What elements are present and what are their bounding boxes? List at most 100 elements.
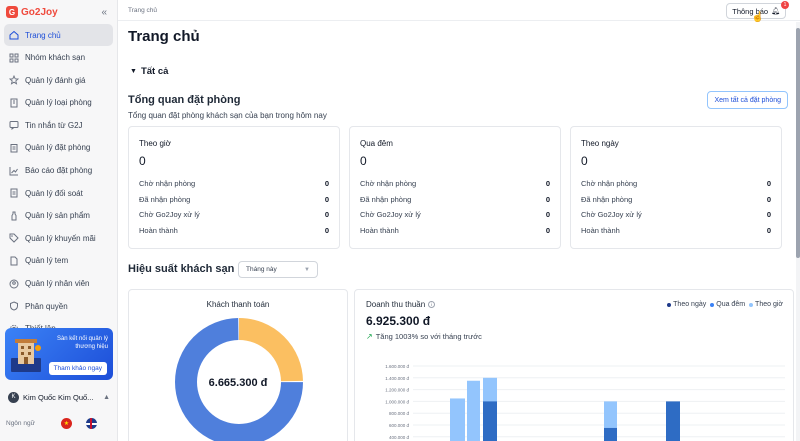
- bar-theo-ngay[interactable]: [604, 427, 617, 441]
- legend-item[interactable]: Theo ngày: [667, 301, 706, 308]
- sidebar-item-11[interactable]: Quản lý nhân viên: [4, 273, 113, 295]
- card-row-value: 0: [324, 226, 329, 236]
- legend-label: Theo ngày: [673, 301, 707, 308]
- bell-icon: 🔔︎: [771, 8, 780, 15]
- card-row: Chờ Go2Joy xử lý 0: [360, 207, 550, 223]
- chevron-up-icon: ▲: [103, 393, 110, 401]
- sidebar-item-label: Quản lý đánh giá: [25, 75, 86, 85]
- card-row-value: 0: [545, 194, 550, 204]
- legend-label: Theo giờ: [755, 301, 783, 308]
- donut-title: Khách thanh toán: [206, 300, 270, 309]
- sidebar-item-5[interactable]: Quản lý đặt phòng: [4, 137, 113, 159]
- y-tick-label: 800.000 đ: [389, 411, 410, 416]
- sidebar-item-8[interactable]: Quản lý sản phẩm: [4, 205, 113, 227]
- sidebar-item-label: Tin nhắn từ G2J: [25, 120, 83, 130]
- card-row-value: 0: [545, 210, 550, 220]
- sidebar-nav: Trang chủ Nhóm khách sạn Quản lý đánh giá Q…: [0, 22, 117, 342]
- card-row-value: 0: [766, 210, 771, 220]
- scrollbar[interactable]: [796, 22, 800, 441]
- overview-title: Tổng quan đặt phòng: [128, 94, 241, 106]
- booking-card: Theo ngày 0 Chờ nhận phòng 0 Đã nhận phòng 0 C…: [570, 126, 782, 249]
- card-row-label: Hoàn thành: [581, 226, 620, 236]
- card-row-label: Chờ Go2Joy xử lý: [581, 210, 642, 220]
- page-title: Trang chủ: [128, 28, 200, 45]
- sidebar-item-9[interactable]: Quản lý khuyến mãi: [4, 227, 113, 249]
- y-tick-label: 400.000 đ: [389, 435, 410, 440]
- legend-dot-icon: [749, 302, 754, 307]
- sidebar-item-2[interactable]: Quản lý đánh giá: [4, 69, 113, 91]
- card-title: Qua đêm: [360, 139, 393, 148]
- info-icon[interactable]: i: [428, 301, 436, 308]
- card-row-label: Chờ nhận phòng: [139, 179, 196, 189]
- sidebar-item-1[interactable]: Nhóm khách sạn: [4, 47, 113, 69]
- hotel-selector[interactable]: K Kim Quốc Kim Quố... ▲: [4, 388, 114, 406]
- vietnam-flag-icon[interactable]: ★: [60, 418, 72, 429]
- breadcrumb[interactable]: Trang chủ: [128, 7, 157, 14]
- card-row: Đã nhận phòng 0: [360, 192, 550, 208]
- card-row-value: 0: [324, 210, 329, 220]
- legend-dot-icon: [667, 302, 672, 307]
- collapse-sidebar-icon[interactable]: «: [101, 7, 111, 18]
- period-select[interactable]: Tháng này ▼: [238, 261, 318, 278]
- sidebar-item-7[interactable]: Quản lý đối soát: [4, 182, 113, 204]
- y-tick-label: 1.000.000 đ: [385, 399, 409, 404]
- booking-card: Qua đêm 0 Chờ nhận phòng 0 Đã nhận phòng 0 Chờ…: [349, 126, 561, 249]
- sidebar-item-3[interactable]: Quản lý loại phòng: [4, 92, 113, 114]
- section-toggle[interactable]: ▼ Tất cả: [130, 66, 168, 77]
- bar-theo-gio[interactable]: [450, 398, 465, 441]
- bottle-icon: [9, 211, 19, 221]
- card-row-label: Đã nhận phòng: [360, 194, 412, 204]
- sidebar-item-0[interactable]: Trang chủ: [4, 24, 113, 46]
- legend-item[interactable]: Theo giờ: [749, 301, 783, 308]
- booking-cards: Theo giờ 0 Chờ nhận phòng 0 Đã nhận phòng 0 Ch…: [128, 126, 791, 249]
- sidebar-item-label: Quản lý đặt phòng: [25, 143, 91, 153]
- home-icon: [9, 30, 19, 40]
- promo-text: Sàn kết nối quản lý thương hiệu: [56, 336, 108, 351]
- y-tick-label: 1.200.000 đ: [385, 388, 409, 393]
- bar-theo-ngay[interactable]: [483, 401, 497, 441]
- card-row-value: 0: [545, 179, 550, 189]
- logo-row: G Go2Joy «: [0, 2, 117, 22]
- avatar: K: [8, 391, 19, 403]
- promo-button[interactable]: Tham khảo ngay: [48, 362, 107, 375]
- paying-guests-card: Khách thanh toán 6.665.300 đ: [128, 289, 348, 441]
- card-row: Chờ Go2Joy xử lý 0: [139, 207, 329, 223]
- star-icon: [9, 75, 19, 85]
- uk-flag-icon[interactable]: [85, 418, 97, 429]
- card-row-value: 0: [545, 226, 550, 236]
- card-row-label: Chờ Go2Joy xử lý: [360, 210, 421, 220]
- booking-card: Theo giờ 0 Chờ nhận phòng 0 Đã nhận phòng 0 Ch…: [128, 126, 340, 249]
- view-all-bookings-button[interactable]: Xem tất cả đặt phòng: [707, 91, 788, 109]
- bar-theo-ngay[interactable]: [666, 401, 680, 441]
- sidebar-item-10[interactable]: Quản lý tem: [4, 250, 113, 272]
- document-icon: [9, 188, 19, 198]
- net-revenue-card: Doanh thu thuần i 6.925.300 đ ↗ Tăng 100…: [354, 289, 794, 441]
- bar-theo-gio[interactable]: [467, 380, 480, 441]
- card-row-label: Đã nhận phòng: [139, 194, 191, 204]
- performance-title: Hiệu suất khách sạn: [128, 263, 235, 275]
- revenue-amount: 6.925.300 đ: [366, 314, 431, 328]
- trend-up-icon: ↗: [366, 332, 373, 341]
- sidebar-item-4[interactable]: Tin nhắn từ G2J: [4, 114, 113, 136]
- sidebar-item-6[interactable]: Báo cáo đặt phòng: [4, 160, 113, 182]
- language-row: Ngôn ngữ ★: [6, 418, 112, 429]
- sidebar-item-12[interactable]: Phân quyền: [4, 295, 113, 317]
- legend-label: Qua đêm: [716, 301, 746, 308]
- card-title: Theo giờ: [139, 139, 171, 148]
- sidebar-item-label: Quản lý đối soát: [25, 188, 83, 198]
- legend-dot-icon: [710, 302, 715, 307]
- sidebar-item-label: Quản lý nhân viên: [25, 279, 90, 289]
- chevron-down-icon: ▼: [130, 68, 137, 75]
- card-row-value: 0: [766, 194, 771, 204]
- scrollbar-thumb[interactable]: [796, 28, 800, 258]
- sidebar-item-label: Quản lý khuyến mãi: [25, 233, 96, 243]
- card-row-label: Chờ nhận phòng: [360, 179, 417, 189]
- revenue-title: Doanh thu thuần i: [366, 300, 436, 309]
- y-tick-label: 1.600.000 đ: [385, 364, 409, 369]
- y-tick-label: 600.000 đ: [389, 423, 410, 428]
- legend-item[interactable]: Qua đêm: [710, 301, 745, 308]
- card-row: Đã nhận phòng 0: [581, 192, 771, 208]
- file-icon: [9, 256, 19, 266]
- donut-center-value: 6.665.300 đ: [208, 377, 268, 389]
- card-row: Hoàn thành 0: [139, 223, 329, 239]
